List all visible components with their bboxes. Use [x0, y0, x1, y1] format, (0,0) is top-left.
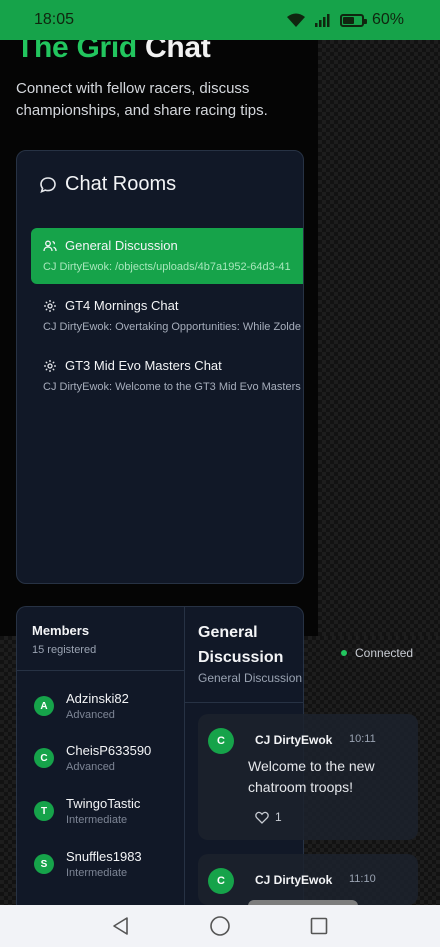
home-button[interactable]: [200, 906, 240, 946]
avatar: C: [208, 728, 234, 754]
avatar: A: [34, 696, 54, 716]
member-item[interactable]: C CheisP633590 Advanced: [34, 743, 151, 773]
message-time: 10:11: [349, 733, 376, 745]
like-button[interactable]: 1: [255, 810, 282, 824]
member-name: Adzinski82: [66, 691, 129, 706]
gear-icon: [44, 359, 56, 372]
member-item[interactable]: A Adzinski82 Advanced: [34, 691, 129, 721]
users-icon: [43, 240, 57, 251]
page-subtitle: Connect with fellow racers, discuss cham…: [16, 80, 268, 119]
member-item[interactable]: T TwingoTastic Intermediate: [34, 796, 140, 826]
chat-rooms-card: Chat Rooms General Discussion CJ DirtyEw…: [16, 150, 304, 584]
room-item-general[interactable]: General Discussion CJ DirtyEwok: /object…: [31, 228, 303, 284]
member-level: Advanced: [66, 761, 115, 773]
room-last-message: CJ DirtyEwok: Welcome to the GT3 Mid Evo…: [43, 381, 301, 393]
member-level: Advanced: [66, 709, 115, 721]
chat-bubble-icon: [40, 176, 56, 193]
connection-label: Connected: [355, 646, 414, 660]
members-count: 15 registered: [32, 644, 97, 656]
room-name: General Discussion: [65, 238, 178, 253]
avatar: T: [34, 801, 54, 821]
battery-percent: 60%: [371, 11, 404, 28]
status-time: 18:05: [34, 11, 75, 28]
navigation-bar: [0, 905, 440, 947]
member-name: CheisP633590: [66, 743, 152, 758]
message-time: 11:10: [349, 873, 376, 885]
room-last-message: CJ DirtyEwok: /objects/uploads/4b7a1952-…: [43, 261, 291, 273]
member-name: TwingoTastic: [66, 796, 141, 811]
back-button[interactable]: [101, 906, 141, 946]
back-icon: [113, 917, 129, 935]
member-level: Intermediate: [66, 814, 128, 826]
chat-rooms-header: Chat Rooms: [39, 173, 176, 196]
message-author: CJ DirtyEwok: [255, 873, 333, 887]
battery-icon: [339, 13, 367, 27]
recents-button[interactable]: [299, 906, 339, 946]
room-item-gt3-mid-evo[interactable]: GT3 Mid Evo Masters Chat CJ DirtyEwok: W…: [31, 348, 303, 404]
recents-icon: [310, 917, 327, 935]
status-dot-icon: [341, 650, 347, 656]
avatar: C: [208, 868, 234, 894]
like-count: 1: [275, 810, 282, 824]
status-bar: 18:05 60%: [0, 0, 440, 40]
gear-icon: [44, 299, 56, 312]
connection-status: Connected: [341, 646, 413, 660]
room-item-gt4-mornings[interactable]: GT4 Mornings Chat CJ DirtyEwok: Overtaki…: [31, 288, 303, 344]
member-name: Snuffles1983: [66, 849, 142, 864]
avatar: S: [34, 854, 54, 874]
home-icon: [210, 916, 230, 936]
chat-rooms-title: Chat Rooms: [65, 173, 177, 195]
heart-icon: [255, 811, 269, 824]
conversation-subtitle: General Discussion: [198, 671, 303, 685]
signal-icon: [314, 14, 330, 27]
room-name: GT4 Mornings Chat: [65, 298, 179, 313]
members-panel: Members 15 registered A Adzinski82 Advan…: [16, 606, 184, 906]
members-title: Members: [32, 623, 90, 638]
member-level: Intermediate: [66, 867, 128, 879]
room-last-message: CJ DirtyEwok: Overtaking Opportunities: …: [43, 321, 301, 333]
member-item[interactable]: S Snuffles1983 Intermediate: [34, 849, 142, 879]
avatar: C: [34, 748, 54, 768]
message-text: Welcome to the new chatroom troops!: [248, 758, 375, 795]
room-name: GT3 Mid Evo Masters Chat: [65, 358, 222, 373]
conversation-title: General Discussion: [198, 624, 284, 666]
wifi-icon: [286, 13, 305, 27]
message-author: CJ DirtyEwok: [255, 733, 333, 747]
